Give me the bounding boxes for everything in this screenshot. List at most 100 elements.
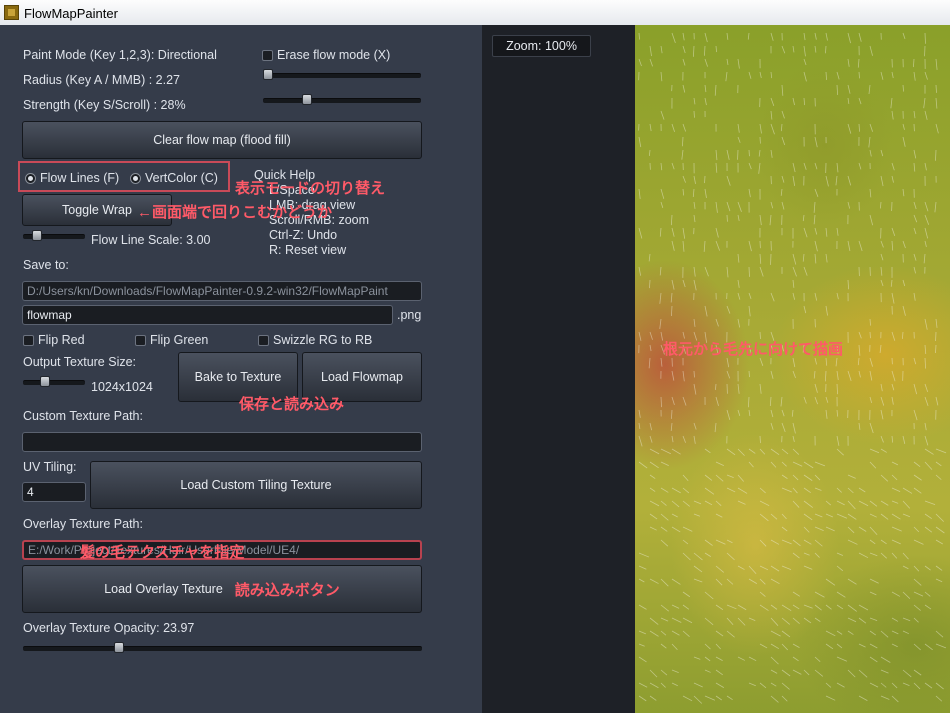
load-custom-tiling-texture-button[interactable]: Load Custom Tiling Texture [90,461,422,509]
flow-line-stroke [670,214,673,226]
flow-line-stroke [825,643,834,650]
flow-line-stroke [660,526,668,532]
checkbox-box[interactable] [23,334,34,346]
flow-line-stroke [715,695,722,701]
flow-line-stroke [781,84,784,96]
flow-line-stroke [825,45,827,54]
flow-line-stroke [704,448,711,454]
slider-thumb[interactable] [31,230,42,241]
flow-line-stroke [880,500,889,506]
flow-line-stroke [759,253,762,264]
output-size-slider[interactable] [23,376,85,387]
display-mode-annotation: 表示モードの切り替え [235,180,386,197]
flow-lines-overlay [638,32,947,704]
flow-line-stroke [725,71,728,82]
flow-line-stroke [660,513,669,521]
checkbox-box[interactable] [135,334,146,346]
flow-line-stroke [737,383,740,394]
flow-line-stroke [836,604,844,610]
flow-line-stroke [847,370,852,381]
flow-line-stroke [913,110,916,119]
radius-slider[interactable] [262,69,421,80]
flow-line-stroke [660,357,663,367]
vertcolor-radio[interactable]: VertColor (C) [130,171,218,185]
flow-line-stroke [704,669,711,673]
flow-line-stroke [660,617,669,622]
flow-line-stroke [813,201,816,213]
flow-line-stroke [671,240,675,251]
flip-red-checkbox[interactable]: Flip Red [23,333,85,347]
uv-tiling-label: UV Tiling: [23,460,77,474]
flow-line-stroke [847,487,854,494]
flow-line-stroke [891,643,898,648]
flow-line-stroke [803,45,806,57]
flow-line-stroke [682,175,686,183]
flow-line-scale-slider[interactable] [23,230,85,241]
flow-line-stroke [682,435,686,443]
strength-label: Strength (Key S/Scroll) : 28% [23,98,186,112]
checkbox-box[interactable] [262,49,273,61]
flow-line-stroke [924,227,929,239]
flow-line-stroke [792,643,800,649]
slider-thumb[interactable] [39,376,50,387]
slider-thumb[interactable] [302,94,313,105]
flow-line-stroke [814,617,821,622]
flow-line-stroke [649,617,659,625]
save-path-field[interactable]: D:/Users/kn/Downloads/FlowMapPainter-0.9… [22,281,422,301]
clear-flow-map-button[interactable]: Clear flow map (flood fill) [22,121,422,159]
flow-line-stroke [869,448,880,454]
flow-line-stroke [693,695,703,704]
flow-line-stroke [825,175,829,187]
flow-line-stroke [759,383,762,394]
flow-line-stroke [770,643,780,650]
flow-line-stroke [660,448,671,455]
flow-line-stroke [704,474,713,481]
flow-line-stroke [913,643,921,651]
erase-flow-checkbox[interactable]: Erase flow mode (X) [262,48,390,62]
flow-line-stroke [814,396,818,405]
flow-line-stroke [759,266,764,277]
radio-dot[interactable] [25,172,36,184]
radio-dot[interactable] [130,172,141,184]
canvas-viewport[interactable]: 根元から毛先に向けて描画 [635,25,950,713]
flow-line-stroke [858,162,862,170]
uv-tiling-field[interactable]: 4 [22,482,86,502]
flow-line-stroke [660,578,669,587]
load-overlay-texture-button[interactable]: Load Overlay Texture 読み込みボタン [22,565,422,613]
overlay-opacity-slider[interactable] [23,642,422,653]
flow-line-stroke [726,474,734,478]
filename-field[interactable]: flowmap [22,305,393,325]
flow-line-stroke [858,695,868,701]
flow-line-stroke [836,630,843,635]
flow-line-stroke [880,474,889,482]
flow-line-stroke [780,123,783,132]
checkbox-box[interactable] [258,334,269,346]
flow-line-stroke [660,188,665,199]
flow-lines-radio[interactable]: Flow Lines (F) [25,171,119,185]
flow-line-stroke [638,461,648,469]
flow-line-stroke [682,370,685,382]
flow-line-stroke [880,383,883,392]
flow-line-stroke [924,357,927,369]
swizzle-checkbox[interactable]: Swizzle RG to RB [258,333,372,347]
flow-line-stroke [879,344,882,353]
flow-line-stroke [770,656,779,665]
slider-thumb[interactable] [113,642,124,653]
flow-line-stroke [726,58,729,66]
flip-green-checkbox[interactable]: Flip Green [135,333,208,347]
flow-line-stroke [671,279,675,290]
custom-texture-path-field[interactable] [22,432,422,452]
hair-texture-annotation: 髪の毛テクスチャを指定 [80,544,245,561]
flow-line-stroke [814,32,817,40]
slider-thumb[interactable] [262,69,273,80]
flow-line-stroke [781,513,787,520]
flow-line-stroke [660,461,669,466]
flow-line-stroke [693,565,703,573]
flow-line-stroke [649,331,653,340]
flow-line-stroke [682,474,689,481]
strength-slider[interactable] [263,94,421,105]
flow-line-stroke [891,487,901,492]
flow-line-stroke [869,526,878,535]
flow-line-stroke [660,682,666,688]
flow-line-stroke [913,682,921,690]
